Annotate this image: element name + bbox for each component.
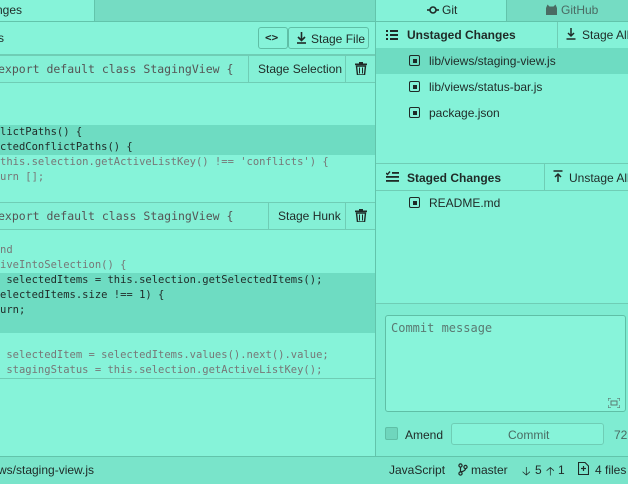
status-behind-count[interactable]: 5: [535, 463, 542, 477]
hunk-title: export default class StagingView {: [0, 209, 234, 223]
unstage-all-label: Unstage All: [569, 171, 628, 185]
diff-line[interactable]: stagingStatus = this.selection.getActive…: [0, 363, 375, 378]
diff-pane: nges s <> Stage File export default clas…: [0, 0, 375, 456]
list-icon: [386, 30, 398, 40]
staged-header: Staged Changes Unstage All: [376, 163, 628, 191]
status-changed-files[interactable]: 4 files: [595, 463, 626, 477]
trash-icon: [355, 209, 367, 222]
octocat-icon: [546, 4, 557, 15]
download-icon: [566, 28, 576, 40]
diff-line[interactable]: [0, 80, 375, 95]
unstaged-header: Unstaged Changes Stage All: [376, 22, 628, 49]
diff-line[interactable]: iveIntoSelection() {: [0, 258, 375, 273]
file-diff-icon: [578, 462, 589, 475]
status-language[interactable]: JavaScript: [389, 463, 445, 477]
file-name: package.json: [429, 106, 500, 120]
commit-area: Commit message Amend Commit 72: [376, 303, 628, 457]
unstaged-title: Unstaged Changes: [407, 28, 516, 42]
download-icon: [297, 32, 306, 44]
file-modified-icon: [409, 107, 420, 118]
diff-line[interactable]: selectedItem = selectedItems.values().ne…: [0, 348, 375, 363]
file-name: README.md: [429, 196, 501, 210]
file-header-title: s: [0, 31, 4, 45]
open-file-button[interactable]: <>: [258, 27, 288, 49]
stage-all-button[interactable]: Stage All: [557, 22, 628, 48]
editor-tab-bar: nges: [0, 0, 375, 22]
tab-github-label: GitHub: [561, 3, 599, 17]
diff-line[interactable]: lictPaths() {: [0, 125, 375, 140]
diff-line[interactable]: ctedConflictPaths() {: [0, 140, 375, 155]
diff-line[interactable]: nd: [0, 243, 375, 258]
diff-line[interactable]: [0, 95, 375, 110]
commit-message-input[interactable]: Commit message: [385, 315, 626, 412]
tab-changes-label: nges: [0, 3, 23, 17]
hunk-header: export default class StagingView { Stage…: [0, 202, 375, 230]
arrow-up-icon: 🡡: [546, 464, 555, 478]
panel-tab-bar: Git GitHub: [376, 0, 628, 22]
git-branch-icon: [458, 463, 468, 476]
amend-label: Amend: [405, 428, 444, 442]
tab-github[interactable]: GitHub: [506, 0, 628, 21]
status-ahead-count[interactable]: 1: [558, 463, 565, 477]
status-bar: ws/staging-view.js JavaScript master 🡣 5…: [0, 456, 628, 484]
discard-hunk-button[interactable]: [345, 203, 375, 229]
stage-file-label: Stage File: [311, 32, 366, 46]
status-branch[interactable]: master: [471, 463, 508, 477]
diff-line[interactable]: urn;: [0, 303, 375, 318]
stage-hunk-button[interactable]: Stage Hunk: [268, 203, 345, 229]
file-modified-icon: [409, 81, 420, 92]
commit-message-placeholder: Commit message: [391, 321, 493, 335]
diff-line[interactable]: selectedItems = this.selection.getSelect…: [0, 273, 375, 288]
unstaged-file-item[interactable]: package.json: [376, 100, 628, 126]
unstaged-file-item[interactable]: lib/views/staging-view.js: [376, 48, 628, 74]
stage-selection-button[interactable]: Stage Selection: [248, 56, 345, 82]
char-count: 72: [614, 428, 628, 442]
diff-line[interactable]: urn [];: [0, 170, 375, 185]
diff-line[interactable]: electedItems.size !== 1) {: [0, 288, 375, 303]
diff-line[interactable]: [0, 110, 375, 125]
file-name: lib/views/staging-view.js: [429, 54, 556, 68]
upload-icon: [553, 170, 563, 182]
git-commit-icon: [427, 6, 439, 14]
unstage-all-button[interactable]: Unstage All: [544, 164, 628, 190]
diff-line[interactable]: [0, 228, 375, 243]
commit-button[interactable]: Commit: [451, 423, 604, 445]
arrow-down-icon: 🡣: [522, 464, 531, 478]
hunk-title: export default class StagingView {: [0, 62, 234, 76]
stage-file-button[interactable]: Stage File: [288, 27, 369, 49]
code-icon: <>: [265, 31, 279, 44]
hunk-divider: [0, 378, 375, 379]
tab-git-label: Git: [442, 3, 458, 17]
diff-line[interactable]: [0, 318, 375, 333]
diff-line[interactable]: this.selection.getActiveListKey() !== 'c…: [0, 155, 375, 170]
stage-hunk-label: Stage Hunk: [278, 209, 341, 223]
trash-icon: [355, 62, 367, 75]
tab-changes[interactable]: nges: [0, 0, 95, 21]
file-name: lib/views/status-bar.js: [429, 80, 543, 94]
stage-selection-label: Stage Selection: [258, 62, 343, 76]
expand-icon[interactable]: [608, 398, 620, 408]
git-panel: Git GitHub Unstaged Changes Stage All li…: [375, 0, 628, 457]
hunk-header: export default class StagingView { Stage…: [0, 55, 375, 83]
tab-git[interactable]: Git: [376, 0, 506, 21]
diff-line[interactable]: [0, 333, 375, 348]
unstaged-file-item[interactable]: lib/views/status-bar.js: [376, 74, 628, 100]
commit-button-label: Commit: [508, 428, 550, 442]
file-modified-icon: [409, 55, 420, 66]
staged-file-item[interactable]: README.md: [376, 190, 628, 216]
status-file-path[interactable]: ws/staging-view.js: [0, 463, 94, 477]
file-modified-icon: [409, 197, 420, 208]
staged-title: Staged Changes: [407, 171, 502, 185]
amend-checkbox[interactable]: [385, 427, 398, 440]
discard-hunk-button[interactable]: [345, 56, 375, 82]
file-header: s <> Stage File: [0, 22, 375, 55]
checklist-icon: [386, 171, 399, 182]
stage-all-label: Stage All: [582, 28, 628, 42]
